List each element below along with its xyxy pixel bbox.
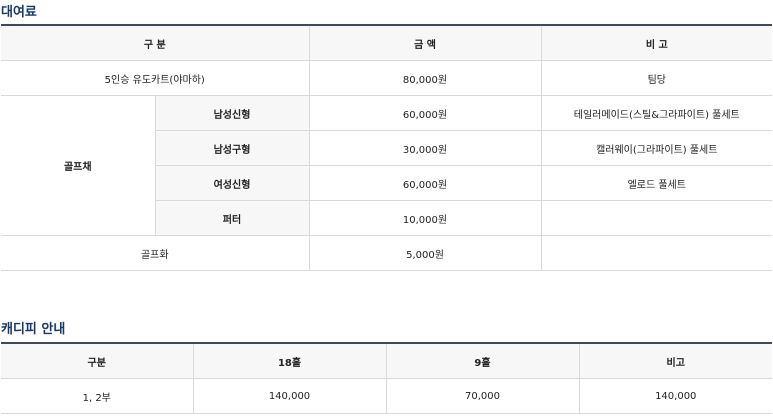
cart-label: 5인승 유도카트(야마하) [1,60,310,96]
header-note: 비고 [578,343,772,379]
cart-note: 팀당 [541,60,773,96]
clubs-group-label: 골프채 [1,95,156,236]
table-row: 골프화 5,000원 [1,235,773,271]
table-row: 1, 2부 140,000 70,000 140,000 [1,378,772,414]
caddie-9-holes: 70,000 [385,378,579,414]
header-9-holes: 9홀 [385,343,579,379]
header-category: 구분 [1,343,193,379]
header-price: 금 액 [309,25,542,61]
club-note: 테일러메이드(스틸&그라파이트) 풀세트 [541,95,773,131]
caddie-18-holes: 140,000 [192,378,386,414]
header-category: 구 분 [1,25,310,61]
caddie-note: 140,000 [578,378,772,414]
club-price: 30,000원 [309,130,542,166]
table-row: 골프채 남성신형 60,000원 테일러메이드(스틸&그라파이트) 풀세트 [1,95,773,236]
shoes-note [541,235,773,271]
caddie-fee-table: 구분 18홀 9홀 비고 1, 2부 140,000 70,000 140,00… [1,342,772,414]
table-row: 5인승 유도카트(야마하) 80,000원 팀당 [1,60,773,96]
rental-fee-title: 대여료 [1,5,37,20]
club-note: 캘러웨이(그라파이트) 풀세트 [541,130,773,166]
club-name: 퍼터 [155,200,310,236]
caddie-category: 1, 2부 [1,378,193,414]
shoes-price: 5,000원 [309,235,542,271]
club-name: 남성신형 [155,95,310,131]
header-18-holes: 18홀 [192,343,386,379]
club-price: 10,000원 [309,200,542,236]
rental-header-row: 구 분 금 액 비 고 [1,25,773,61]
club-name: 남성구형 [155,130,310,166]
club-price: 60,000원 [309,165,542,201]
club-note [541,200,773,236]
rental-fee-table: 구 분 금 액 비 고 5인승 유도카트(야마하) 80,000원 팀당 골프채… [1,24,773,271]
header-note: 비 고 [541,25,773,61]
club-note: 엘로드 풀세트 [541,165,773,201]
shoes-label: 골프화 [1,235,310,271]
caddie-header-row: 구분 18홀 9홀 비고 [1,343,772,379]
caddie-fee-title: 캐디피 안내 [1,322,66,337]
club-name: 여성신형 [155,165,310,201]
cart-price: 80,000원 [309,60,542,96]
club-price: 60,000원 [309,95,542,131]
